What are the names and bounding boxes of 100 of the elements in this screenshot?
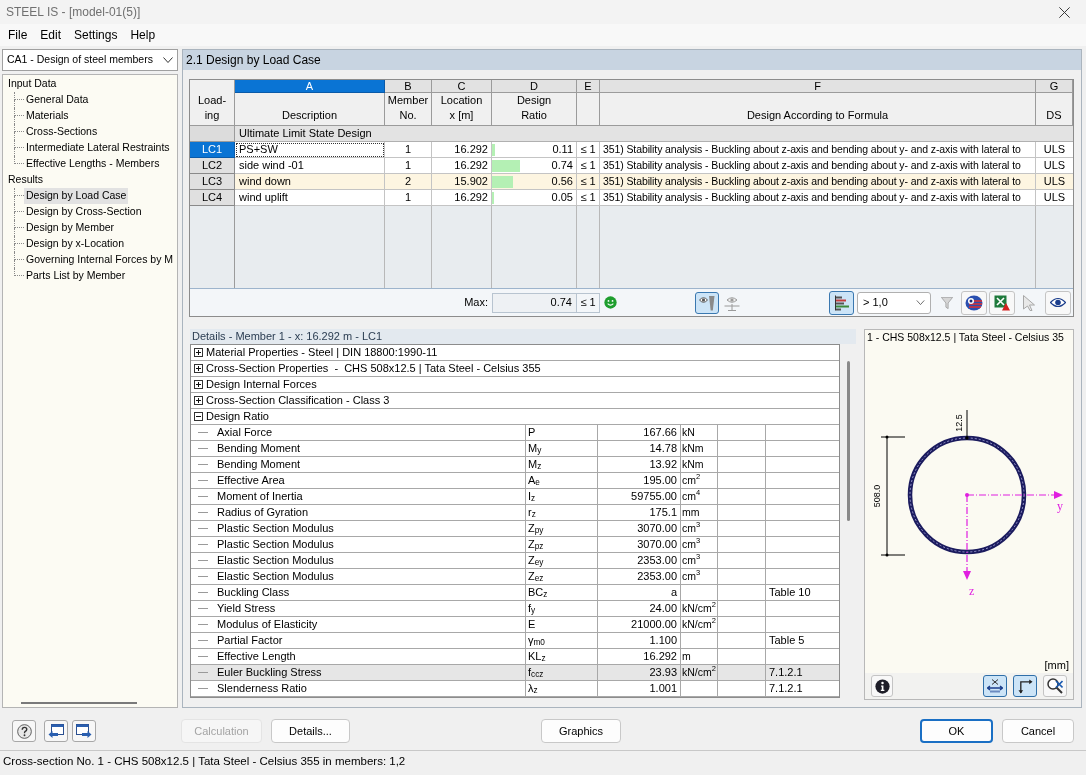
property-name: Bending Moment xyxy=(217,441,301,457)
dialog-button[interactable]: Graphics xyxy=(541,719,621,743)
chevron-down-icon xyxy=(916,300,925,305)
column-letter-header[interactable]: C xyxy=(432,80,492,93)
scrollbar-thumb[interactable] xyxy=(21,702,137,704)
row-header-cell[interactable]: LC1 xyxy=(190,142,235,158)
menu-item[interactable]: File xyxy=(8,26,28,44)
property-name: Slenderness Ratio xyxy=(217,681,307,697)
property-name: Radius of Gyration xyxy=(217,505,309,521)
column-header: Location xyxy=(440,93,483,108)
tree-item[interactable]: Results xyxy=(7,172,44,188)
tree-item[interactable]: Materials xyxy=(24,108,71,124)
property-name: Effective Area xyxy=(217,473,285,489)
property-name: Moment of Inertia xyxy=(217,489,303,505)
view-button[interactable] xyxy=(1045,290,1071,315)
tree-item[interactable]: General Data xyxy=(24,92,91,108)
column-header: ing xyxy=(204,108,220,123)
axis-label: y xyxy=(1057,499,1063,513)
unit-label: [mm] xyxy=(1044,657,1069,673)
column-letter-header[interactable]: D xyxy=(492,80,577,93)
tree-item[interactable]: Design by Cross-Section xyxy=(24,204,144,220)
ratio-value: 0.74 xyxy=(551,158,574,174)
dimension-label: 12.5 xyxy=(954,414,964,432)
table-cell: ULS xyxy=(1036,190,1073,206)
column-header: Ratio xyxy=(521,108,547,123)
tree-item[interactable]: Design by Member xyxy=(24,220,117,236)
column-letter-header[interactable]: F xyxy=(600,80,1036,93)
collapse-icon[interactable] xyxy=(194,412,203,421)
expand-icon[interactable] xyxy=(194,380,203,389)
row-header-cell[interactable]: LC2 xyxy=(190,158,235,174)
section-title[interactable]: Design Internal Forces xyxy=(206,376,317,393)
column-letter-header[interactable]: A xyxy=(235,80,385,93)
row-header-cell[interactable]: LC3 xyxy=(190,174,235,190)
property-name: Elastic Section Modulus xyxy=(217,569,334,585)
graphic-tool-button[interactable] xyxy=(983,675,1007,697)
beam-arrows-icon xyxy=(987,679,1003,693)
property-name: Bending Moment xyxy=(217,457,301,473)
expand-icon[interactable] xyxy=(194,364,203,373)
magnifier-cross-icon xyxy=(1047,678,1063,694)
tree-item[interactable]: Governing Internal Forces by M xyxy=(24,252,176,268)
column-header: x [m] xyxy=(449,108,474,123)
property-name: Plastic Section Modulus xyxy=(217,521,334,537)
dialog-button[interactable]: Cancel xyxy=(1002,719,1074,743)
tree-item[interactable]: Cross-Sections xyxy=(24,124,100,140)
section-title[interactable]: Cross-Section Classification - Class 3 xyxy=(206,392,390,409)
ratio-filter-dropdown[interactable]: > 1,0 xyxy=(857,291,931,314)
tree-item[interactable]: Input Data xyxy=(7,76,58,92)
property-name: Elastic Section Modulus xyxy=(217,553,334,569)
spreadsheet-warning-icon xyxy=(994,294,1010,311)
property-name: Modulus of Elasticity xyxy=(217,617,318,633)
scrollbar-thumb[interactable] xyxy=(846,361,850,521)
column-letter-header[interactable]: B xyxy=(385,80,432,93)
max-label: Max: xyxy=(464,295,488,311)
column-header: Description xyxy=(282,108,337,123)
graphic-tool-button[interactable] xyxy=(1013,675,1037,697)
column-header: Design According to Formula xyxy=(746,108,889,123)
tree-item[interactable]: Intermediate Lateral Restraints xyxy=(24,140,172,156)
column-letter-header[interactable]: G xyxy=(1036,80,1073,93)
property-name: Plastic Section Modulus xyxy=(217,537,334,553)
symbol-cell: λ$_{z}$ xyxy=(526,681,598,697)
window-title: STEEL IS - [model-01(5)] xyxy=(6,4,141,21)
dialog-button[interactable]: Details... xyxy=(271,719,350,743)
chevron-down-icon xyxy=(163,57,173,63)
column-letter-header[interactable]: E xyxy=(577,80,600,93)
info-button[interactable] xyxy=(871,675,893,697)
menu-item[interactable]: Settings xyxy=(74,26,118,44)
column-header: Load- xyxy=(197,93,227,108)
expand-icon[interactable] xyxy=(194,348,203,357)
section-title[interactable]: Material Properties - Steel | DIN 18800:1990-11 xyxy=(206,344,438,361)
ratio-bars-toggle[interactable] xyxy=(829,290,854,315)
export-button[interactable] xyxy=(72,720,96,742)
section-title[interactable]: Design Ratio xyxy=(206,408,269,425)
graphic-tool-button[interactable] xyxy=(1043,675,1067,697)
dialog-button[interactable]: OK xyxy=(920,719,993,743)
help-button[interactable] xyxy=(12,720,36,742)
view-toggle-button[interactable] xyxy=(695,291,719,314)
eye-column-icon xyxy=(699,294,715,311)
property-name: Euler Buckling Stress xyxy=(217,665,322,681)
tree-item[interactable]: Design by Load Case xyxy=(24,188,129,204)
row-header-cell[interactable]: LC4 xyxy=(190,190,235,206)
export-button[interactable] xyxy=(989,290,1015,315)
tree-item[interactable]: Parts List by Member xyxy=(24,268,128,284)
group-row: Ultimate Limit State Design xyxy=(235,126,1073,142)
color-scale-button[interactable] xyxy=(961,290,987,315)
tree-item[interactable]: Design by x-Location xyxy=(24,236,127,252)
bar-chart-icon xyxy=(833,294,850,311)
menu-item[interactable]: Edit xyxy=(40,26,62,44)
value-cell: 1.001 xyxy=(598,681,681,697)
table-cell: ≤ 1 xyxy=(577,190,600,206)
table-cell: wind uplift xyxy=(235,190,385,206)
menu-item[interactable]: Help xyxy=(130,26,156,44)
eye-support-icon xyxy=(724,294,740,311)
section-title[interactable]: Cross-Section Properties - CHS 508x12.5 | Tata Steel - Celsius 355 xyxy=(206,360,541,377)
graphic-title: 1 - CHS 508x12.5 | Tata Steel - Celsius 35 xyxy=(867,330,1064,346)
column-header: Design xyxy=(516,93,552,108)
expand-icon[interactable] xyxy=(194,396,203,405)
case-dropdown[interactable]: CA1 - Design of steel members xyxy=(2,49,178,71)
pointer-icon xyxy=(1023,294,1035,311)
tree-item[interactable]: Effective Lengths - Members xyxy=(24,156,162,172)
import-button[interactable] xyxy=(44,720,68,742)
